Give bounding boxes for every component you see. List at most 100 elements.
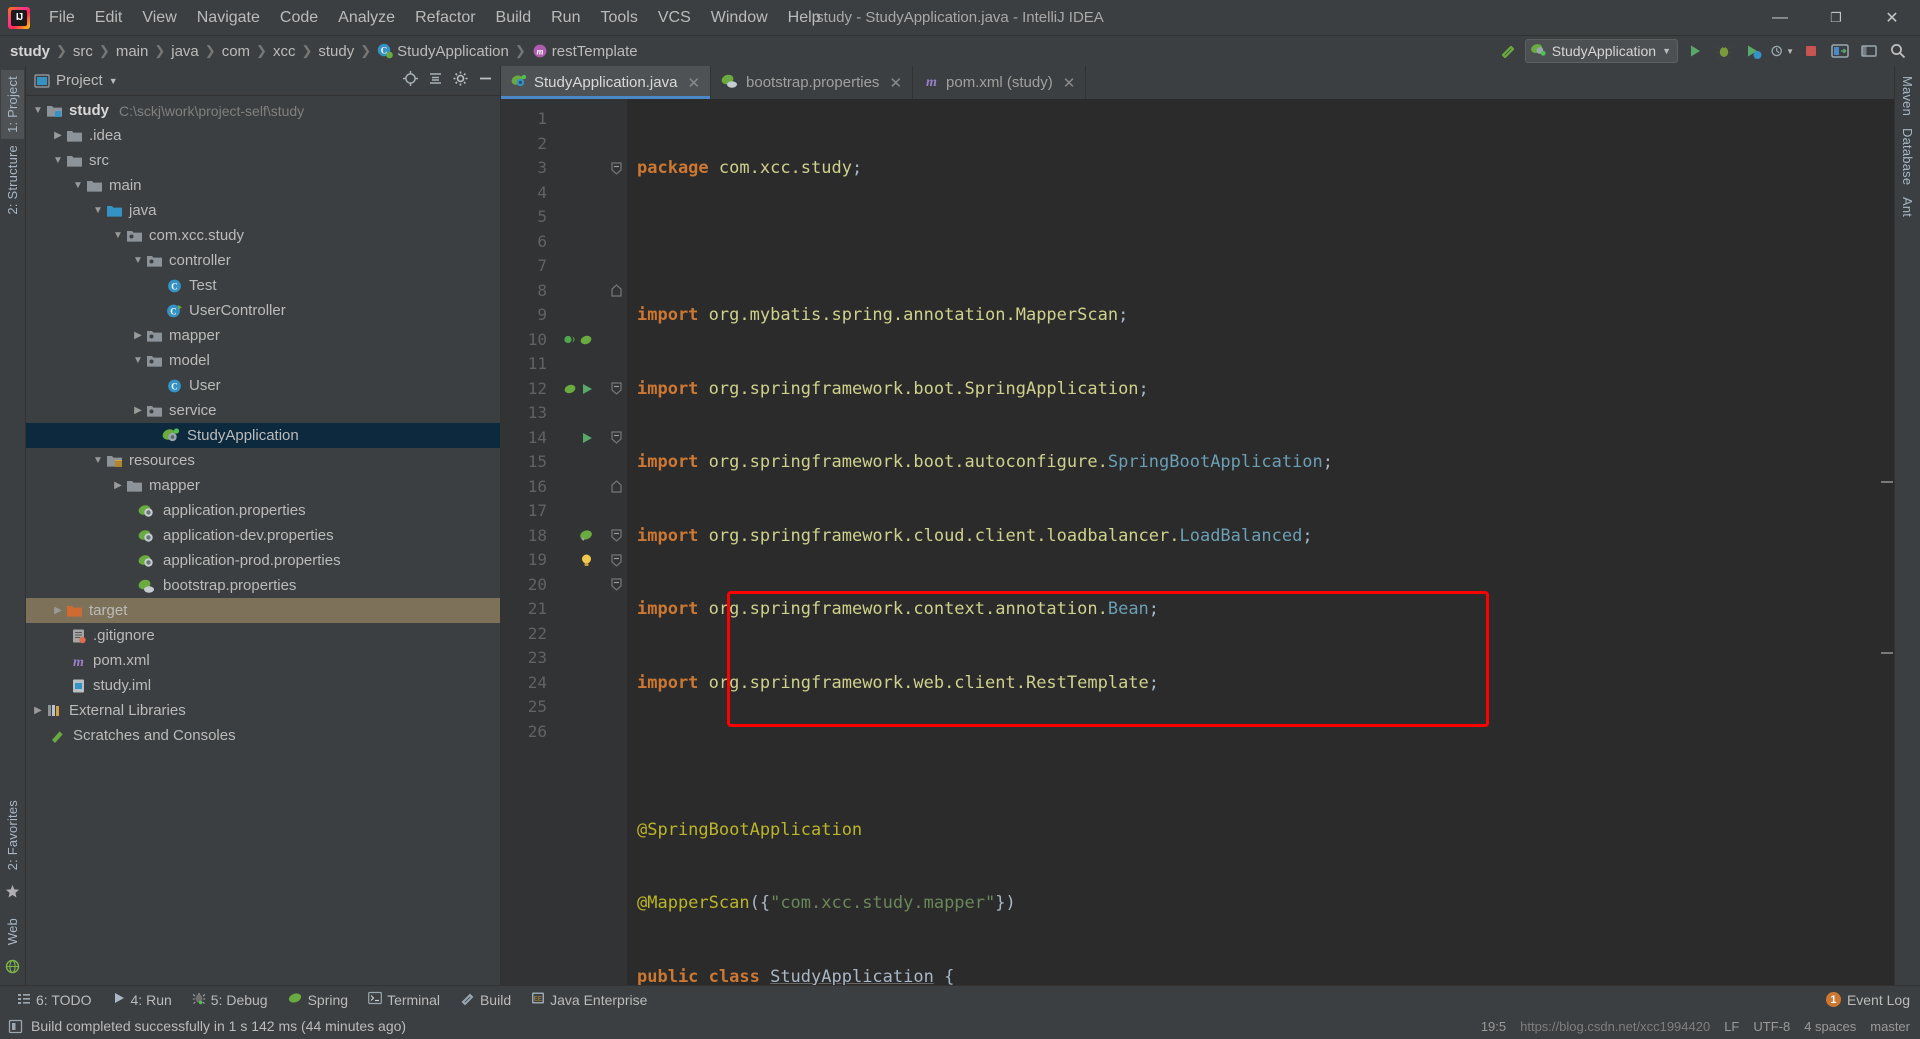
tree-item-studyapplication[interactable]: StudyApplication (26, 423, 500, 448)
update-app-icon[interactable] (1828, 39, 1852, 63)
stop-icon[interactable] (1799, 39, 1823, 63)
project-tree[interactable]: ▼ study C:\sckj\work\project-self\study … (26, 96, 500, 985)
menu-build[interactable]: Build (486, 4, 542, 32)
expand-arrow-icon[interactable]: ▼ (30, 105, 46, 116)
close-tab-icon[interactable]: ✕ (687, 74, 700, 92)
code-text[interactable]: package com.xcc.study; import org.mybati… (627, 99, 1880, 985)
menu-vcs[interactable]: VCS (648, 4, 701, 32)
layout-icon[interactable] (1857, 39, 1881, 63)
tree-item-service[interactable]: ▶ service (26, 398, 500, 423)
tree-item-scratches-and-consoles[interactable]: Scratches and Consoles (26, 723, 500, 748)
tree-item-target[interactable]: ▶ target (26, 598, 500, 623)
menu-edit[interactable]: Edit (85, 4, 133, 32)
tree-item-resources[interactable]: ▼ resources (26, 448, 500, 473)
tree-item-java[interactable]: ▼ java (26, 198, 500, 223)
toolwindow-debug[interactable]: 5: Debug (183, 988, 277, 1011)
expand-arrow-icon[interactable]: ▶ (130, 330, 146, 341)
close-tab-icon[interactable]: ✕ (889, 74, 902, 92)
event-log-label[interactable]: Event Log (1847, 992, 1910, 1008)
breadcrumb-resttemplate[interactable]: m restTemplate (532, 43, 638, 60)
favorites-star-icon[interactable] (5, 884, 20, 904)
menu-view[interactable]: View (132, 4, 186, 32)
profile-icon[interactable]: ▼ (1770, 39, 1794, 63)
tool-tab-web[interactable]: Web (1, 912, 24, 951)
expand-arrow-icon[interactable]: ▼ (70, 180, 86, 191)
tool-tab-structure[interactable]: 2: Structure (1, 139, 24, 221)
breadcrumb-studypkg[interactable]: study (318, 43, 354, 60)
tool-tab-project[interactable]: 1: Project (1, 70, 24, 139)
tree-item-external-libraries[interactable]: ▶ External Libraries (26, 698, 500, 723)
tree-item-user[interactable]: C User (26, 373, 500, 398)
tree-item-gitignore[interactable]: .gitignore (26, 623, 500, 648)
fold-marker-icon[interactable] (605, 377, 627, 402)
breadcrumb-xcc[interactable]: xcc (273, 43, 296, 60)
expand-arrow-icon[interactable]: ▶ (30, 705, 46, 716)
expand-arrow-icon[interactable]: ▼ (90, 205, 106, 216)
error-stripe-marker-bar[interactable] (1880, 99, 1894, 985)
caret-position[interactable]: 19:5 (1481, 1019, 1506, 1034)
tree-item-src[interactable]: ▼ src (26, 148, 500, 173)
run-configuration-selector[interactable]: StudyApplication ▼ (1524, 39, 1678, 63)
spring-bean-gutter-icon-2[interactable] (553, 524, 605, 549)
menu-analyze[interactable]: Analyze (328, 4, 405, 32)
settings-gear-icon[interactable] (452, 70, 469, 92)
tool-tab-ant[interactable]: Ant (1896, 191, 1919, 223)
line-separator[interactable]: LF (1724, 1019, 1739, 1034)
tree-item-study[interactable]: ▼ study C:\sckj\work\project-self\study (26, 98, 500, 123)
menu-navigate[interactable]: Navigate (187, 4, 270, 32)
hide-panel-icon[interactable] (477, 70, 494, 92)
tree-item-idea[interactable]: ▶ .idea (26, 123, 500, 148)
tree-item-test[interactable]: C Test (26, 273, 500, 298)
tree-item-pom-xml[interactable]: m pom.xml (26, 648, 500, 673)
breadcrumb-com[interactable]: com (222, 43, 250, 60)
spring-bean-gutter-icon[interactable] (553, 328, 605, 353)
collapse-all-icon[interactable] (427, 70, 444, 92)
breadcrumb-main[interactable]: main (116, 43, 149, 60)
minimize-button[interactable]: — (1752, 0, 1808, 36)
tree-item-usercontroller[interactable]: C UserController (26, 298, 500, 323)
maximize-button[interactable]: ❐ (1808, 0, 1864, 36)
git-branch[interactable]: master (1870, 1019, 1910, 1034)
chevron-down-icon[interactable]: ▼ (109, 76, 118, 86)
tree-item-resources-mapper[interactable]: ▶ mapper (26, 473, 500, 498)
tool-tab-database[interactable]: Database (1896, 122, 1919, 191)
tool-tab-favorites[interactable]: 2: Favorites (1, 794, 24, 876)
expand-arrow-icon[interactable]: ▼ (130, 255, 146, 266)
breadcrumb-studyapplication[interactable]: C StudyApplication (377, 43, 509, 60)
run-icon[interactable] (1683, 39, 1707, 63)
expand-arrow-icon[interactable]: ▶ (110, 480, 126, 491)
spring-run-gutter-icon[interactable] (553, 377, 605, 402)
toolwindow-run[interactable]: 4: Run (103, 988, 181, 1011)
expand-arrow-icon[interactable]: ▶ (50, 605, 66, 616)
menu-bar[interactable]: File Edit View Navigate Code Analyze Ref… (39, 0, 831, 35)
menu-run[interactable]: Run (541, 4, 590, 32)
menu-file[interactable]: File (39, 4, 85, 32)
breadcrumb-study[interactable]: study (10, 43, 50, 60)
debug-icon[interactable] (1712, 39, 1736, 63)
tree-item-model[interactable]: ▼ model (26, 348, 500, 373)
build-hammer-icon[interactable] (1496, 39, 1520, 63)
menu-refactor[interactable]: Refactor (405, 4, 485, 32)
expand-arrow-icon[interactable]: ▼ (50, 155, 66, 166)
toolwindow-build[interactable]: Build (451, 988, 520, 1012)
fold-marker-icon[interactable] (605, 156, 627, 181)
tree-item-application-dev-properties[interactable]: application-dev.properties (26, 523, 500, 548)
expand-arrow-icon[interactable]: ▼ (110, 230, 126, 241)
tree-item-main[interactable]: ▼ main (26, 173, 500, 198)
breadcrumb-java[interactable]: java (171, 43, 199, 60)
expand-arrow-icon[interactable]: ▶ (50, 130, 66, 141)
fold-marker-icon[interactable] (605, 548, 627, 573)
code-editor[interactable]: 1 2 3 4 5 6 7 8 9 10 11 12 13 14 15 16 1 (501, 99, 1894, 985)
intention-bulb-icon[interactable] (553, 548, 605, 573)
tree-item-mapper[interactable]: ▶ mapper (26, 323, 500, 348)
expand-arrow-icon[interactable]: ▼ (130, 355, 146, 366)
run-coverage-icon[interactable] (1741, 39, 1765, 63)
fold-marker-icon[interactable] (605, 573, 627, 598)
gutter-icons[interactable] (553, 99, 605, 985)
file-encoding[interactable]: UTF-8 (1753, 1019, 1790, 1034)
editor-tab-bootstrap-properties[interactable]: bootstrap.properties ✕ (711, 66, 914, 99)
fold-end-icon[interactable] (605, 279, 627, 304)
tree-item-application-prod-properties[interactable]: application-prod.properties (26, 548, 500, 573)
locate-icon[interactable] (402, 70, 419, 92)
tree-item-application-properties[interactable]: application.properties (26, 498, 500, 523)
